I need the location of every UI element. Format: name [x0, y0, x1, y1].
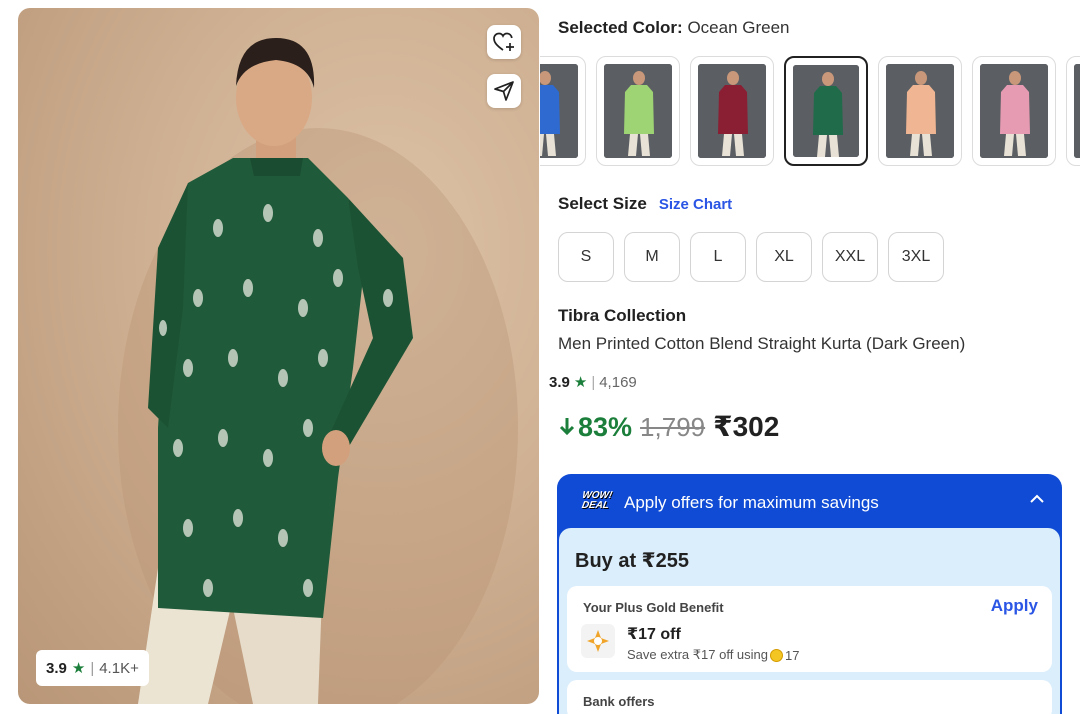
share-icon [494, 81, 514, 101]
coin-icon [770, 648, 784, 662]
select-size-label: Select Size [558, 194, 647, 213]
rating-value: 3.9 [549, 373, 570, 391]
star-icon: ★ [71, 660, 86, 677]
swatch-thumbnail [1074, 64, 1080, 158]
wishlist-button[interactable] [487, 25, 521, 59]
offers-body: Buy at ₹255 Your Plus Gold Benefit Apply… [559, 528, 1060, 714]
color-swatch[interactable] [540, 56, 586, 166]
size-option-s[interactable]: S [558, 232, 614, 282]
swatch-thumbnail [540, 64, 578, 158]
selected-color-label: Selected Color: [558, 18, 683, 37]
gold-discount-amount: ₹17 off [627, 626, 681, 643]
arrow-down-icon [559, 418, 575, 436]
color-swatch[interactable] [878, 56, 962, 166]
color-swatch[interactable] [690, 56, 774, 166]
color-swatch-list[interactable] [540, 56, 1080, 172]
brand-name[interactable]: Tibra Collection [558, 306, 686, 326]
selected-color-value: Ocean Green [687, 18, 790, 37]
buy-at-price: Buy at ₹255 [575, 550, 689, 572]
product-title: Men Printed Cotton Blend Straight Kurta … [558, 334, 966, 353]
chevron-up-icon[interactable] [1030, 494, 1044, 504]
color-swatch[interactable] [1066, 56, 1080, 166]
plus-gold-offer-card: Your Plus Gold Benefit Apply ₹17 off Sav… [567, 586, 1052, 672]
size-option-3xl[interactable]: 3XL [888, 232, 944, 282]
divider: | [90, 659, 95, 677]
bank-offers-title: Bank offers [583, 694, 655, 709]
color-swatch[interactable] [972, 56, 1056, 166]
selected-color-row: Selected Color: Ocean Green [558, 18, 790, 38]
swatch-thumbnail [980, 64, 1048, 158]
size-option-xxl[interactable]: XXL [822, 232, 878, 282]
size-option-xl[interactable]: XL [756, 232, 812, 282]
wow-deal-badge: WOW! DEAL [580, 490, 614, 511]
discount-value: 83% [578, 412, 633, 442]
color-swatch[interactable] [784, 56, 868, 166]
size-option-m[interactable]: M [624, 232, 680, 282]
image-rating-badge: 3.9 ★ | 4.1K+ [36, 650, 149, 686]
supercoin-icon [581, 624, 615, 658]
bank-offers-card[interactable]: Bank offers [567, 680, 1052, 714]
coin-amount: 17 [785, 647, 800, 663]
swatch-thumbnail [604, 64, 672, 158]
size-header: Select Size Size Chart [558, 194, 732, 214]
swatch-thumbnail [698, 64, 766, 158]
size-options: S M L XL XXL 3XL [558, 232, 944, 282]
heart-add-icon [493, 32, 514, 51]
size-chart-link[interactable]: Size Chart [659, 196, 732, 213]
discount-percent: 83% [558, 412, 632, 443]
apply-button[interactable]: Apply [991, 596, 1038, 616]
save-description: Save extra ₹17 off using [627, 647, 769, 662]
rating-count: 4,169 [599, 373, 637, 391]
product-image[interactable]: 3.9 ★ | 4.1K+ [18, 8, 539, 704]
star-icon: ★ [573, 374, 588, 391]
color-swatch[interactable] [596, 56, 680, 166]
share-button[interactable] [487, 74, 521, 108]
price-row: 83% 1,799 ₹302 [558, 410, 779, 443]
offers-title: Apply offers for maximum savings [624, 493, 879, 512]
image-rating-value: 3.9 [46, 659, 67, 677]
product-rating[interactable]: 3.9 ★ | 4,169 [549, 373, 637, 392]
model-illustration [118, 38, 518, 704]
gold-benefit-title: Your Plus Gold Benefit [583, 600, 724, 615]
offers-panel: WOW! DEAL Apply offers for maximum savin… [557, 474, 1062, 714]
mrp-price: 1,799 [640, 412, 706, 442]
swatch-thumbnail [793, 65, 859, 157]
gold-save-text: Save extra ₹17 off using 17 [627, 647, 799, 663]
offers-header[interactable]: WOW! DEAL Apply offers for maximum savin… [557, 474, 1062, 528]
image-rating-count: 4.1K+ [99, 659, 139, 677]
divider: | [591, 373, 596, 391]
swatch-thumbnail [886, 64, 954, 158]
size-option-l[interactable]: L [690, 232, 746, 282]
selling-price: ₹302 [713, 411, 780, 442]
